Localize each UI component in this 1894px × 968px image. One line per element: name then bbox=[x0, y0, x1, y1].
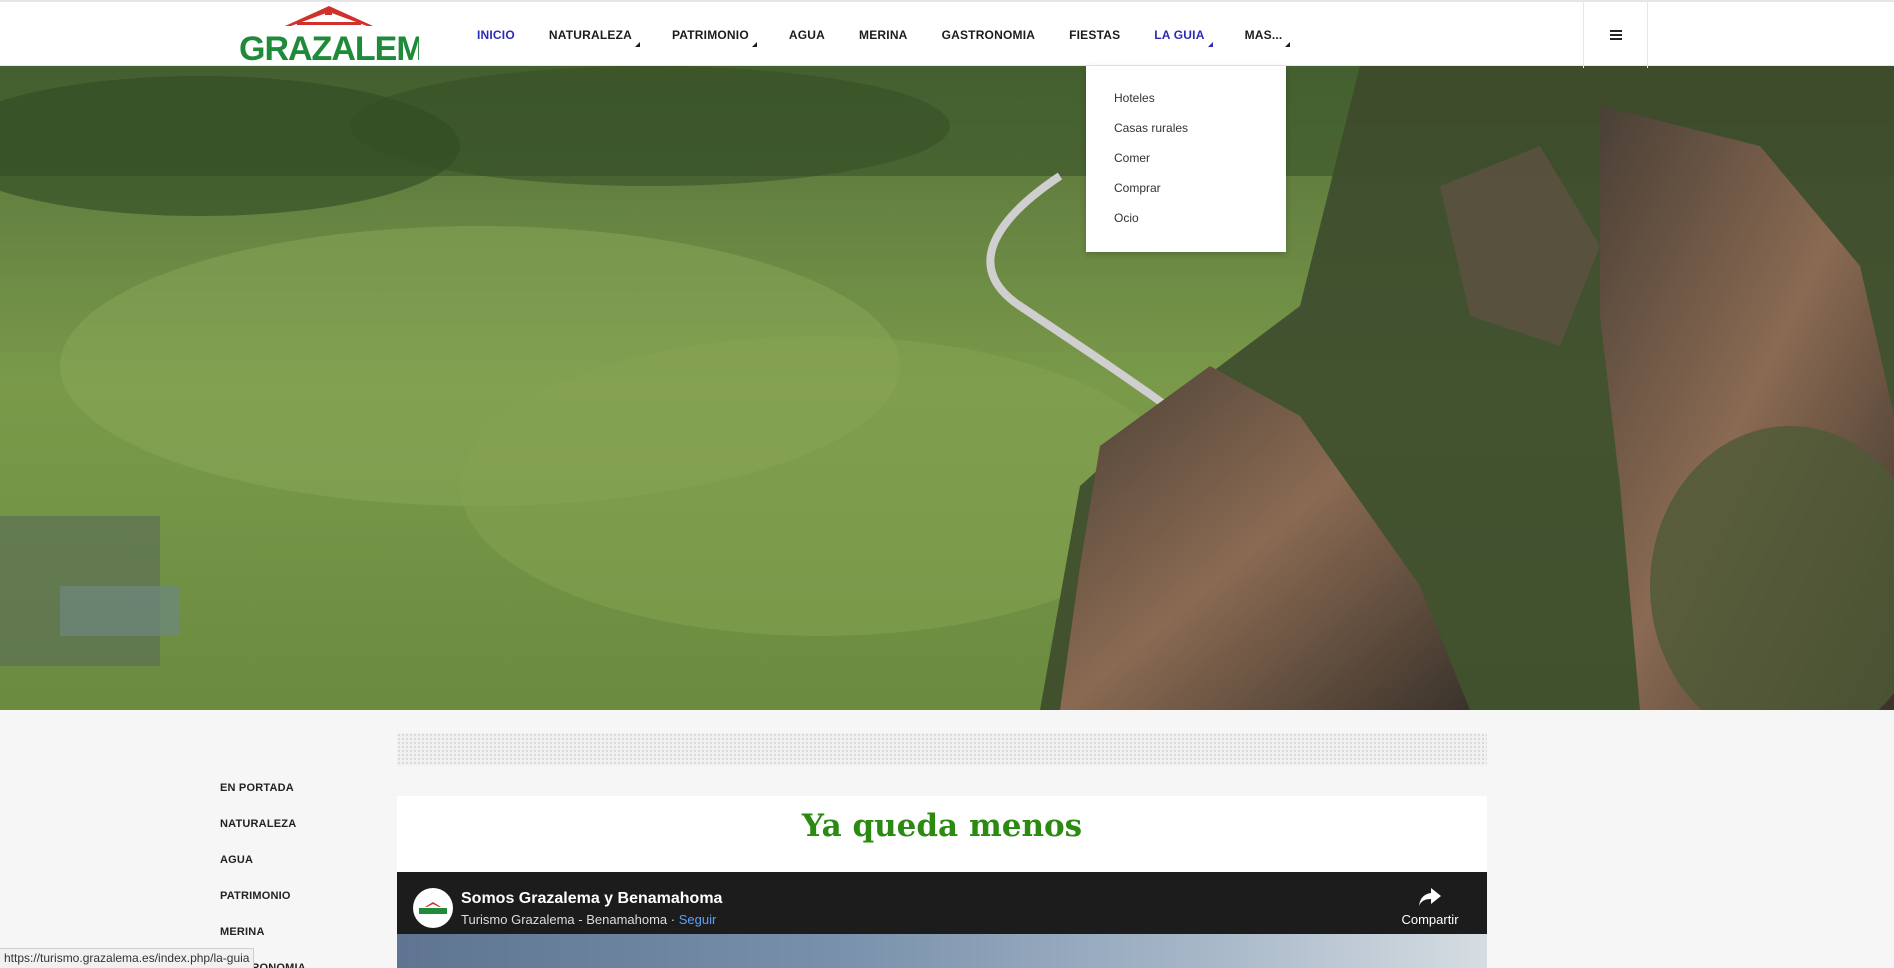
nav-naturaleza[interactable]: NATURALEZA bbox=[548, 28, 640, 47]
nav-la-guia[interactable]: LA GUIA bbox=[1154, 28, 1213, 47]
nav-agua[interactable]: AGUA bbox=[789, 28, 825, 42]
dropdown-item-hoteles[interactable]: Hoteles bbox=[1086, 90, 1286, 120]
main-article-card: Ya queda menos Somos Grazalema y Benamah… bbox=[397, 796, 1487, 968]
sidebar-item-patrimonio[interactable]: PATRIMONIO bbox=[220, 888, 380, 924]
nav-mas[interactable]: MAS... bbox=[1244, 28, 1291, 47]
share-icon bbox=[1419, 888, 1441, 906]
dotted-divider bbox=[397, 733, 1487, 766]
caret-icon bbox=[1207, 42, 1213, 47]
sidebar-item-en-portada[interactable]: EN PORTADA bbox=[220, 780, 380, 816]
video-channel-name[interactable]: Somos Grazalema y Benamahoma bbox=[461, 890, 722, 908]
nav-gastronomia[interactable]: GASTRONOMIA bbox=[942, 28, 1036, 42]
caret-icon bbox=[751, 42, 757, 47]
la-guia-dropdown: Hoteles Casas rurales Comer Comprar Ocio bbox=[1086, 66, 1286, 252]
dropdown-item-comer[interactable]: Comer bbox=[1086, 150, 1286, 180]
nav-mas-label: MAS... bbox=[1244, 28, 1283, 42]
video-thumbnail[interactable] bbox=[397, 934, 1487, 968]
nav-inicio-label: INICIO bbox=[477, 28, 515, 42]
main-nav: INICIO NATURALEZA PATRIMONIO AGUA MERINA… bbox=[477, 2, 1322, 68]
video-subtitle: Turismo Grazalema - Benamahoma · Seguir bbox=[461, 912, 716, 927]
svg-text:GRAZALEMA: GRAZALEMA bbox=[239, 30, 419, 64]
channel-logo-icon bbox=[419, 902, 447, 914]
nav-inicio[interactable]: INICIO bbox=[477, 28, 515, 42]
sidebar-item-agua[interactable]: AGUA bbox=[220, 852, 380, 888]
share-button[interactable]: Compartir bbox=[1395, 886, 1465, 927]
hero-illustration bbox=[0, 66, 1894, 710]
nav-patrimonio[interactable]: PATRIMONIO bbox=[671, 28, 757, 47]
nav-fiestas[interactable]: FIESTAS bbox=[1069, 28, 1120, 42]
video-subtitle-separator: · bbox=[670, 912, 676, 927]
menu-toggle-button[interactable] bbox=[1583, 2, 1648, 68]
dropdown-item-casas-rurales[interactable]: Casas rurales bbox=[1086, 120, 1286, 150]
sidebar-item-naturaleza[interactable]: NATURALEZA bbox=[220, 816, 380, 852]
caret-icon bbox=[634, 42, 640, 47]
nav-la-guia-label: LA GUIA bbox=[1154, 28, 1205, 42]
hamburger-icon bbox=[1609, 28, 1622, 42]
nav-naturaleza-label: NATURALEZA bbox=[548, 28, 632, 42]
nav-patrimonio-label: PATRIMONIO bbox=[671, 28, 749, 42]
dropdown-item-comprar[interactable]: Comprar bbox=[1086, 180, 1286, 210]
nav-gastronomia-label: GASTRONOMIA bbox=[941, 28, 1036, 42]
dropdown-item-ocio[interactable]: Ocio bbox=[1086, 210, 1286, 240]
share-label: Compartir bbox=[1401, 912, 1459, 927]
channel-avatar[interactable] bbox=[413, 888, 453, 928]
grazalema-logo[interactable]: GRAZALEMA bbox=[237, 4, 419, 64]
nav-merina[interactable]: MERINA bbox=[859, 28, 908, 42]
article-heading: Ya queda menos bbox=[801, 808, 1083, 844]
content-section: EN PORTADA NATURALEZA AGUA PATRIMONIO ME… bbox=[0, 710, 1894, 968]
video-subtitle-text: Turismo Grazalema - Benamahoma bbox=[461, 912, 668, 927]
follow-link[interactable]: Seguir bbox=[679, 912, 717, 927]
nav-agua-label: AGUA bbox=[788, 28, 826, 42]
logo-graphic: GRAZALEMA bbox=[239, 6, 419, 64]
hero-landscape-image bbox=[0, 66, 1894, 710]
nav-merina-label: MERINA bbox=[859, 28, 908, 42]
nav-fiestas-label: FIESTAS bbox=[1069, 28, 1121, 42]
facebook-video-embed[interactable]: Somos Grazalema y Benamahoma Turismo Gra… bbox=[397, 872, 1487, 968]
status-bar-url: https://turismo.grazalema.es/index.php/l… bbox=[0, 948, 255, 968]
site-header: GRAZALEMA INICIO NATURALEZA PATRIMONIO A… bbox=[0, 0, 1894, 68]
sidebar-menu: EN PORTADA NATURALEZA AGUA PATRIMONIO ME… bbox=[220, 780, 380, 968]
caret-icon bbox=[1285, 42, 1291, 47]
